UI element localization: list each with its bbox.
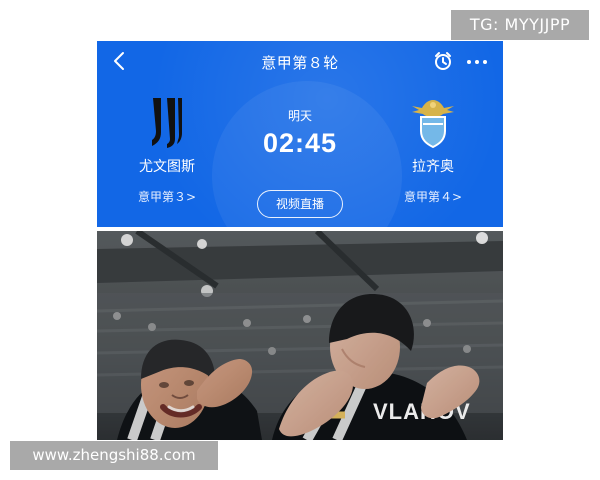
celebration-photo-illustration: VLAHOV <box>97 231 503 440</box>
away-team-rank[interactable]: 意甲第４> <box>373 188 493 205</box>
away-team-name: 拉齐奥 <box>412 159 454 175</box>
celebration-photo: VLAHOV <box>97 231 503 440</box>
top-bar: 意甲第８轮 <box>97 41 503 81</box>
site-watermark: www.zhengshi88.com <box>10 441 218 470</box>
match-day: 明天 <box>287 109 312 123</box>
more-icon <box>483 60 487 64</box>
alarm-button[interactable] <box>432 50 454 72</box>
match-time: 02:45 <box>262 128 338 158</box>
alarm-clock-icon <box>435 52 451 70</box>
more-button[interactable] <box>465 51 489 71</box>
video-live-button[interactable]: 视频直播 <box>257 190 343 218</box>
match-card: 意甲第８轮 尤文图斯 拉齐奥 明天 02:45 意甲第３> 意甲第４> 视频直播 <box>97 41 503 227</box>
home-team-name: 尤文图斯 <box>139 159 195 175</box>
more-icon <box>467 60 471 64</box>
home-team-rank[interactable]: 意甲第３> <box>107 188 227 205</box>
tg-watermark: TG: MYYJJPP <box>451 10 589 40</box>
more-icon <box>475 60 479 64</box>
